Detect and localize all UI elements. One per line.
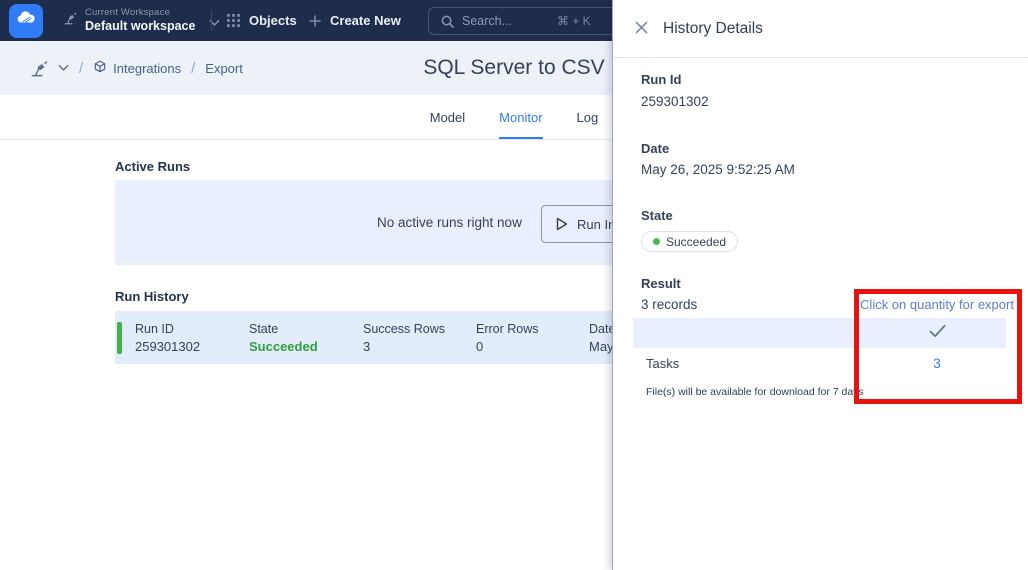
run-id-value: 259301302 [641, 94, 709, 109]
export-hint: Click on quantity for export [860, 297, 1014, 312]
package-icon [93, 59, 107, 77]
tab-monitor[interactable]: Monitor [499, 95, 543, 139]
records-count: 3 records [641, 297, 698, 312]
active-runs-heading: Active Runs [115, 159, 191, 174]
run-id-cell: Run ID 259301302 [135, 322, 200, 354]
app-logo[interactable] [9, 4, 43, 38]
success-rows-cell: Success Rows 3 [363, 322, 445, 354]
search-icon [441, 15, 454, 28]
state-label: State [641, 208, 673, 223]
objects-button[interactable]: Objects [227, 0, 297, 41]
workspace-eyebrow: Current Workspace [85, 6, 171, 18]
tasks-count-link[interactable]: 3 [837, 356, 1028, 371]
no-active-runs-text: No active runs right now [377, 215, 522, 230]
cloud-icon [16, 9, 36, 34]
objects-label: Objects [249, 13, 297, 28]
status-badge: Succeeded [641, 231, 739, 252]
breadcrumb-export[interactable]: Export [205, 61, 243, 76]
chevron-down-icon[interactable] [58, 64, 69, 72]
breadcrumb-integrations[interactable]: Integrations [93, 59, 182, 77]
create-new-label: Create New [330, 13, 401, 28]
navbar-divider [211, 10, 212, 31]
workspace-name: Default workspace [85, 18, 196, 33]
run-id-value: 259301302 [135, 339, 201, 354]
state-cell: State Succeeded [249, 322, 318, 354]
grid-icon [227, 14, 240, 27]
breadcrumb-separator: / [191, 59, 196, 77]
error-rows-value: 0 [476, 339, 484, 354]
search-placeholder: Search... [462, 14, 513, 28]
download-note: File(s) will be available for download f… [646, 386, 864, 398]
workspace-switcher[interactable]: Current Workspace Default workspace [63, 4, 220, 37]
breadcrumb: / Integrations / Export [30, 41, 243, 95]
column-header-success-rows: Success Rows [363, 322, 445, 336]
checkmark-icon [929, 324, 946, 338]
tasks-label: Tasks [646, 356, 680, 371]
panel-title: History Details [663, 20, 763, 37]
status-badge-label: Succeeded [666, 234, 727, 249]
play-icon [556, 217, 568, 231]
create-new-button[interactable]: Create New [309, 0, 401, 41]
tab-model[interactable]: Model [430, 95, 465, 139]
close-icon[interactable] [635, 21, 648, 34]
app-window: Current Workspace Default workspace Obje… [0, 0, 1028, 570]
success-dot-icon [653, 238, 660, 245]
result-table-header-row [633, 318, 1006, 348]
breadcrumb-export-label: Export [205, 60, 243, 76]
success-indicator-bar [117, 322, 122, 354]
run-id-label: Run Id [641, 72, 682, 87]
state-value: Succeeded [249, 339, 318, 354]
date-value: May 26, 2025 9:52:25 AM [641, 162, 795, 177]
search-shortcut: ⌘ + K [557, 14, 591, 28]
column-header-state: State [249, 322, 279, 336]
column-header-error-rows: Error Rows [476, 322, 539, 336]
history-details-panel: History Details Run Id 259301302 Date Ma… [612, 0, 1028, 570]
column-header-run-id: Run ID [135, 322, 174, 336]
panel-header: History Details [613, 0, 1028, 58]
result-label: Result [641, 276, 681, 291]
breadcrumb-separator: / [79, 59, 84, 77]
date-label: Date [641, 141, 670, 156]
error-rows-cell: Error Rows 0 [476, 322, 539, 354]
success-rows-value: 3 [363, 339, 371, 354]
tab-log[interactable]: Log [577, 95, 599, 139]
workspace-lamp-icon [63, 11, 78, 31]
plus-icon [309, 14, 321, 27]
breadcrumb-integrations-label: Integrations [113, 60, 182, 76]
run-history-heading: Run History [115, 289, 189, 304]
workspace-labels: Current Workspace Default workspace [85, 6, 196, 33]
workspace-lamp-icon[interactable] [30, 59, 49, 78]
